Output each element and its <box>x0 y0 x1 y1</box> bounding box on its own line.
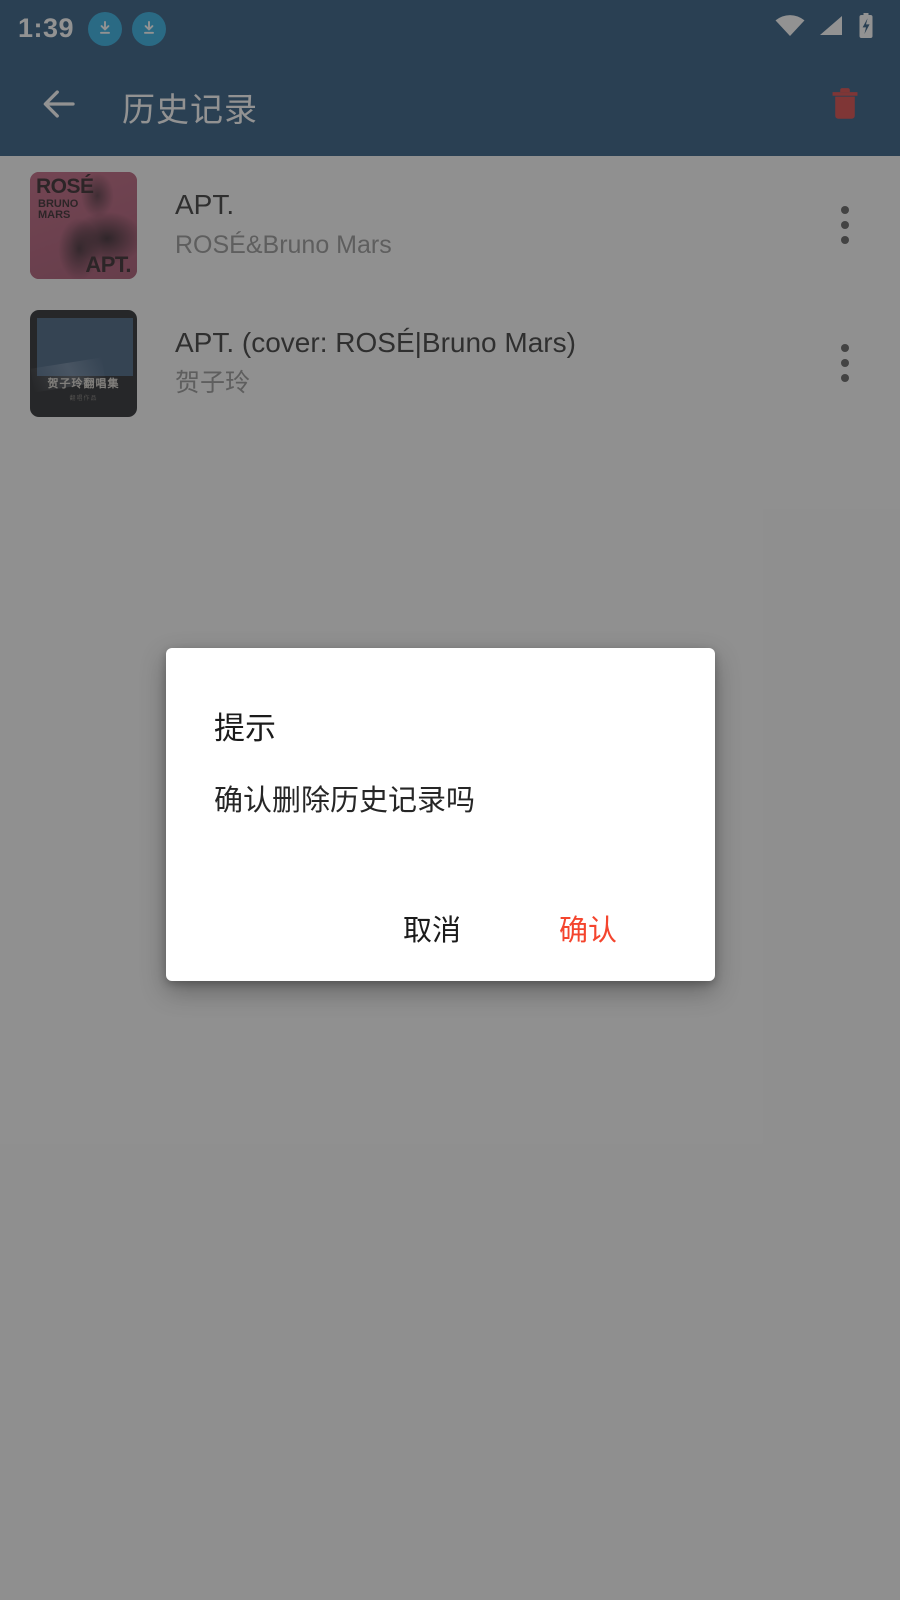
dialog-actions: 取消 确认 <box>214 893 667 981</box>
confirm-delete-dialog: 提示 确认删除历史记录吗 取消 确认 <box>166 648 715 981</box>
cancel-button[interactable]: 取消 <box>383 893 481 963</box>
dialog-message: 确认删除历史记录吗 <box>214 785 476 818</box>
phone-screen: 1:39 <box>0 0 900 1600</box>
dialog-title: 提示 <box>214 711 276 746</box>
confirm-button[interactable]: 确认 <box>539 893 637 963</box>
